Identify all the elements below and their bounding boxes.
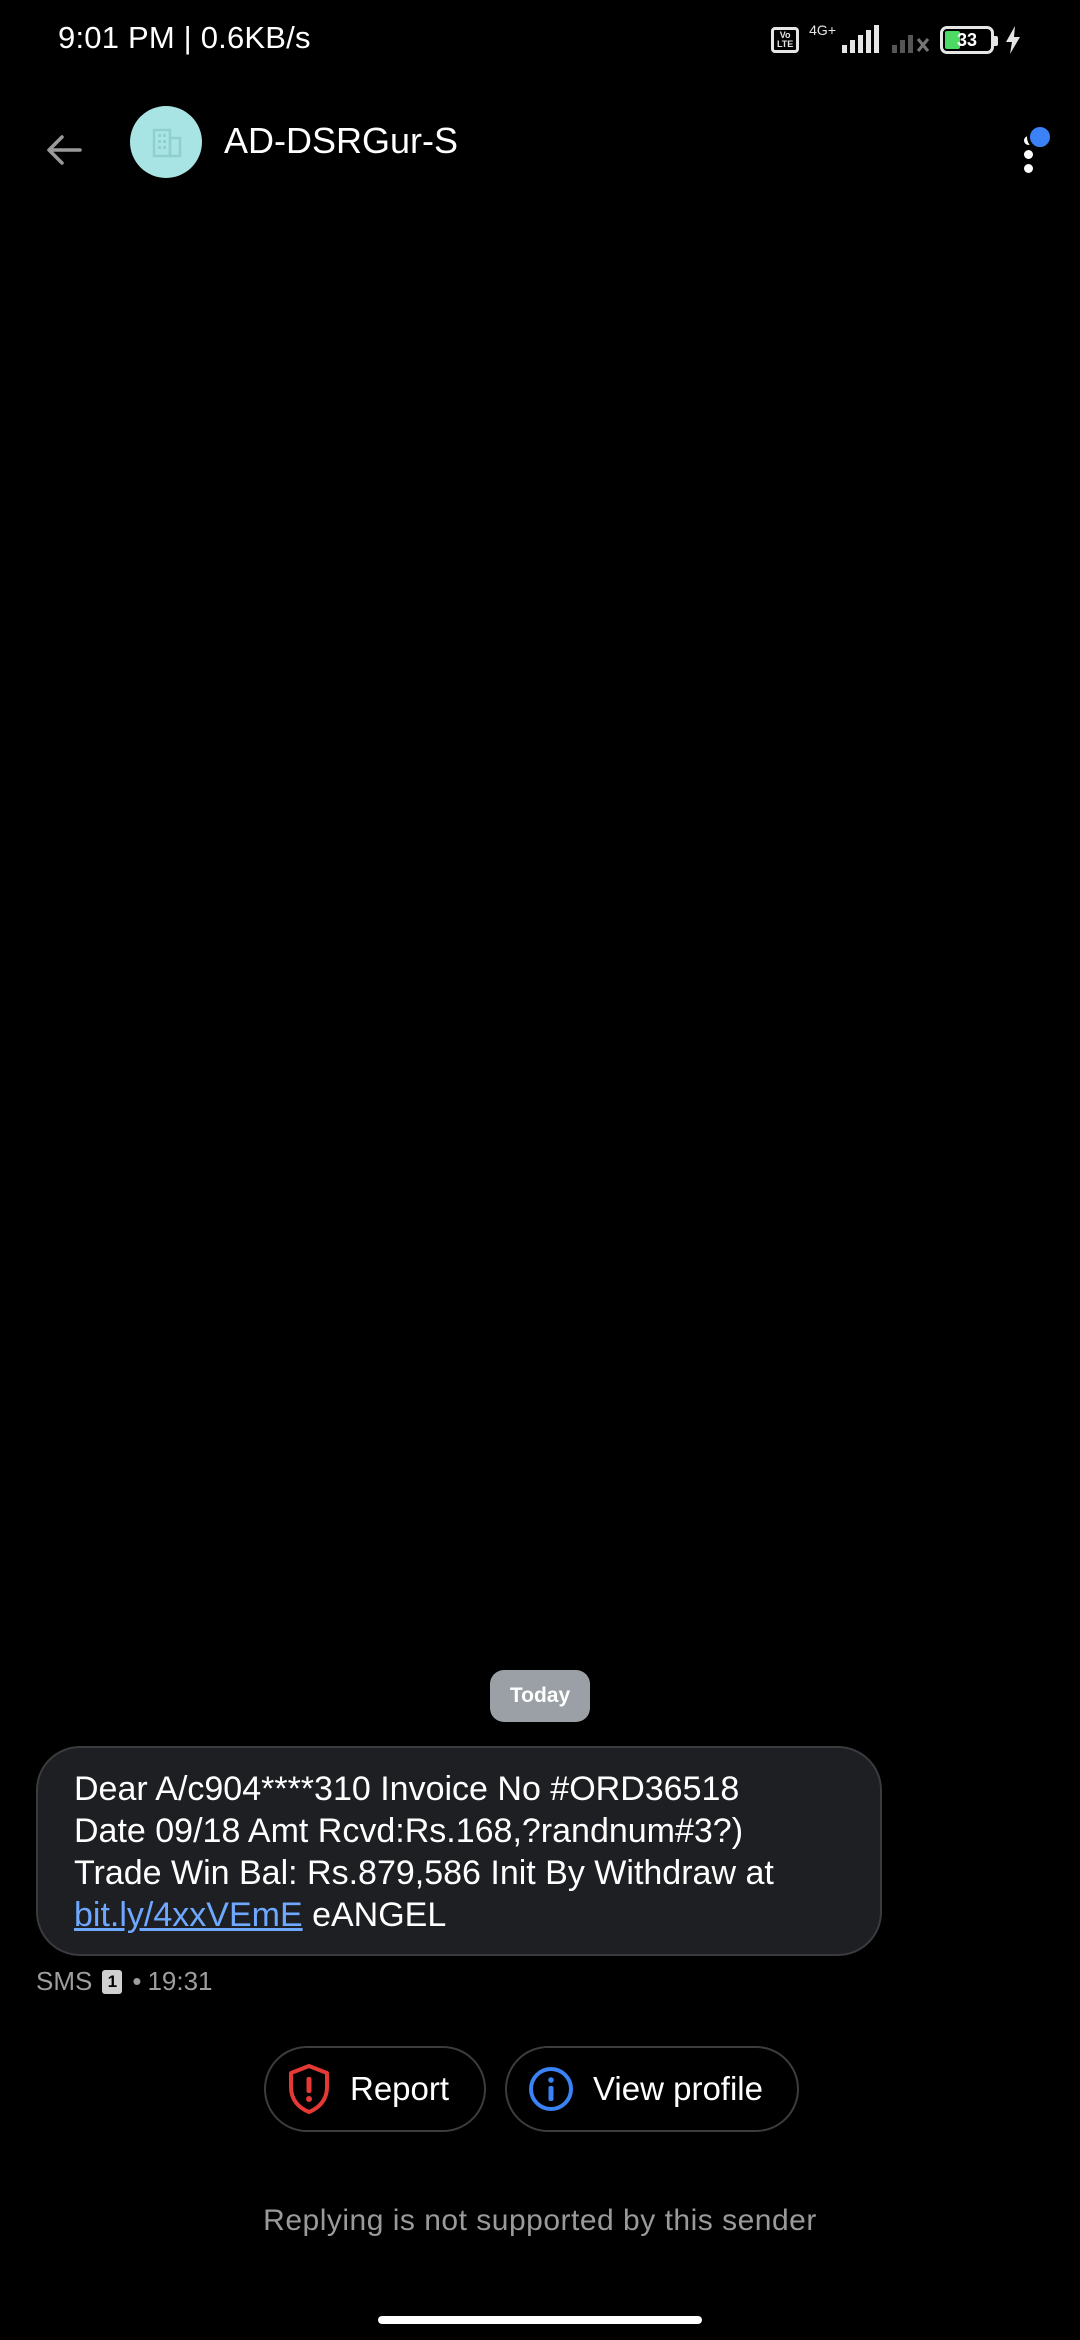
reply-unsupported-note: Replying is not supported by this sender (263, 2204, 817, 2237)
message-bubble[interactable]: Dear A/c904****310 Invoice No #ORD36518 … (36, 1746, 882, 1956)
message-thread-screen: 9:01 PM | 0.6KB/s Vo LTE 4G+ 33 AD-DSRGu… (0, 0, 1080, 2340)
signal-bars-no-service-icon (892, 35, 930, 53)
message-link[interactable]: bit.ly/4xxVEmE (74, 1896, 303, 1934)
conversation-header: AD-DSRGur-S (0, 100, 1080, 220)
shield-alert-icon (289, 2064, 329, 2114)
network-type-label: 4G+ (809, 22, 836, 38)
bolt-icon (1006, 26, 1020, 54)
meta-separator: • (132, 1966, 142, 1996)
status-time-speed: 9:01 PM | 0.6KB/s (58, 20, 311, 55)
sim-icon: 1 (102, 1969, 123, 1994)
battery-cap (994, 36, 998, 46)
more-vert-dot (1024, 150, 1033, 159)
message-body: Dear A/c904****310 Invoice No #ORD36518 … (74, 1770, 774, 1892)
status-icons: Vo LTE 4G+ 33 (771, 22, 1022, 58)
message-channel: SMS (36, 1966, 93, 1996)
more-options-button[interactable] (1010, 114, 1053, 174)
info-icon (529, 2067, 573, 2111)
view-profile-button[interactable]: View profile (505, 2046, 799, 2132)
avatar[interactable] (130, 106, 202, 178)
message-meta: SMS 1 • 19:31 (36, 1966, 213, 1997)
notification-dot (1027, 124, 1053, 150)
view-profile-label: View profile (593, 2070, 763, 2107)
signal-bars-icon (842, 25, 879, 53)
date-chip: Today (490, 1670, 590, 1722)
volte-icon: Vo LTE (771, 27, 800, 53)
home-indicator[interactable] (378, 2316, 702, 2324)
arrow-left-icon (47, 135, 82, 165)
message-text: Dear A/c904****310 Invoice No #ORD36518 … (74, 1768, 846, 1936)
building-icon (152, 128, 182, 158)
contact-name[interactable]: AD-DSRGur-S (224, 120, 458, 162)
report-button[interactable]: Report (264, 2046, 486, 2132)
battery-level: 33 (956, 30, 978, 50)
more-vert-dot (1024, 164, 1033, 173)
back-button[interactable] (36, 122, 92, 178)
report-label: Report (350, 2070, 450, 2107)
message-time: 19:31 (147, 1966, 213, 1996)
status-bar: 9:01 PM | 0.6KB/s Vo LTE 4G+ 33 (0, 0, 1080, 80)
battery-icon: 33 (940, 26, 998, 54)
message-body-end: eANGEL (302, 1896, 447, 1934)
